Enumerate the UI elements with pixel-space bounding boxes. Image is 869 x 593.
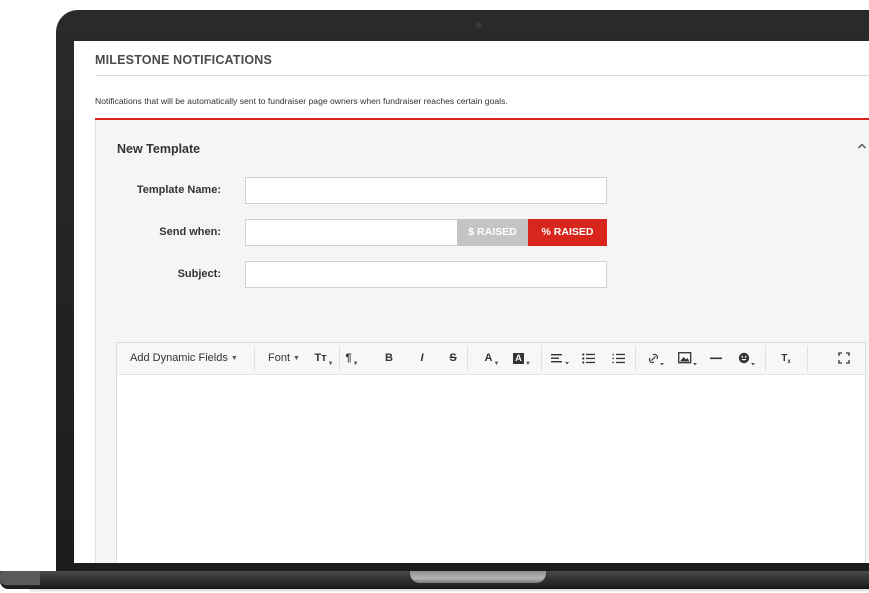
italic-icon[interactable]: I [415,343,429,374]
fullscreen-icon[interactable] [838,352,850,364]
font-size-icon[interactable]: Tт▼ [314,343,334,374]
caret-down-icon: ▼ [230,355,238,362]
subject-label: Subject: [177,268,221,280]
font-label: Font [268,352,291,364]
editor-content-area[interactable] [117,375,865,563]
laptop-hinge-notch [410,571,546,583]
section-description: Notifications that will be automatically… [95,96,508,106]
panel-title: New Template [117,142,201,156]
numbered-list-icon[interactable] [612,353,625,364]
laptop-screen: MILESTONE NOTIFICATIONS Notifications th… [74,41,869,563]
strikethrough-icon[interactable]: S [446,343,460,374]
clear-format-icon[interactable]: Tx [778,343,794,374]
toolbar-separator [635,346,636,371]
webcam-icon [476,22,482,28]
toolbar-separator [541,346,542,371]
new-template-panel: New Template Template Name: Send when: $… [95,120,869,563]
add-dynamic-fields-dropdown[interactable]: Add Dynamic Fields ▼ [130,343,238,374]
send-when-input[interactable] [245,219,457,246]
caret-down-icon: ▼ [293,355,300,362]
rich-text-editor: Add Dynamic Fields ▼ Font ▼ Tт▼ ¶▼ B I S… [116,342,866,563]
chevron-up-icon[interactable] [856,140,868,152]
send-when-label: Send when: [159,226,221,238]
percent-raised-button[interactable]: % RAISED [528,219,607,246]
toolbar-separator [765,346,766,371]
link-icon[interactable] [648,352,665,366]
toolbar-separator [467,346,468,371]
image-icon[interactable] [678,352,698,366]
paragraph-icon[interactable]: ¶▼ [343,343,361,374]
editor-toolbar: Add Dynamic Fields ▼ Font ▼ Tт▼ ¶▼ B I S… [117,343,865,375]
template-name-input[interactable] [245,177,607,204]
toolbar-separator [807,346,808,371]
dollar-raised-button[interactable]: $ RAISED [457,219,528,246]
text-color-icon[interactable]: A▼ [483,343,501,374]
toolbar-separator [254,346,255,371]
subject-input[interactable] [245,261,607,288]
bulleted-list-icon[interactable] [582,353,595,364]
laptop-mockup: MILESTONE NOTIFICATIONS Notifications th… [0,0,869,593]
title-divider [95,75,869,76]
template-name-label: Template Name: [136,184,221,196]
horizontal-rule-icon[interactable] [710,357,722,360]
section-title: MILESTONE NOTIFICATIONS [95,53,273,67]
font-dropdown[interactable]: Font ▼ [268,343,300,374]
laptop-base-edge [0,571,40,585]
toolbar-separator [339,346,340,371]
add-dynamic-fields-label: Add Dynamic Fields [130,352,228,364]
emoji-icon[interactable] [738,352,756,366]
align-left-icon[interactable] [551,353,571,365]
laptop-shadow [30,588,869,593]
bold-icon[interactable]: B [382,343,396,374]
background-color-icon[interactable]: A▼ [511,343,533,374]
